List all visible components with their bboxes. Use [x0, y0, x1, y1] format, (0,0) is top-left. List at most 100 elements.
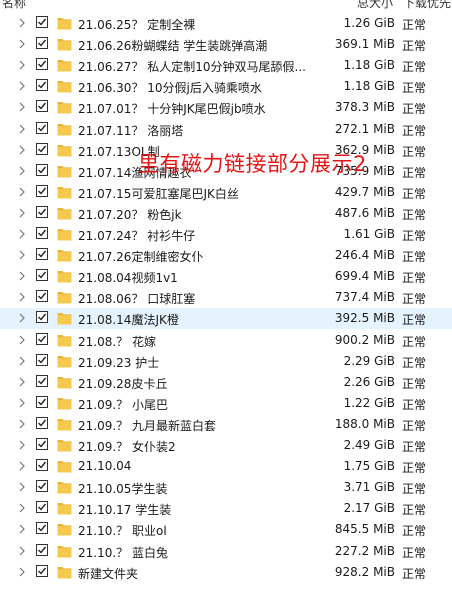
chevron-right-icon[interactable] [18, 503, 26, 513]
checkbox-checked-icon[interactable] [36, 227, 48, 239]
list-item[interactable]: 21.07.11？ 洛丽塔 272.1 MiB 正常 [0, 119, 452, 140]
checkbox-checked-icon[interactable] [36, 501, 48, 514]
chevron-right-icon[interactable] [18, 419, 26, 429]
checkbox-checked-icon[interactable] [36, 205, 48, 218]
header-name[interactable]: 名称 [2, 0, 26, 10]
chevron-right-icon[interactable] [18, 461, 26, 471]
chevron-right-icon[interactable] [18, 39, 26, 49]
item-priority[interactable]: 正常 [402, 100, 426, 117]
chevron-right-icon[interactable] [18, 250, 26, 260]
list-item[interactable]: 21.09.？ 九月最新蓝白套 188.0 MiB 正常 [0, 414, 452, 435]
item-priority[interactable]: 正常 [402, 375, 426, 392]
item-priority[interactable]: 正常 [402, 522, 426, 539]
list-item[interactable]: 21.07.20？ 粉色jk 487.6 MiB 正常 [0, 203, 452, 224]
chevron-right-icon[interactable] [18, 546, 26, 556]
chevron-right-icon[interactable] [18, 440, 26, 450]
checkbox-checked-icon[interactable] [36, 332, 48, 345]
list-item[interactable]: 21.08.06？ 口球肛塞 737.4 MiB 正常 [0, 287, 452, 308]
checkbox-checked-icon[interactable] [36, 100, 48, 113]
item-priority[interactable]: 正常 [402, 311, 426, 328]
item-priority[interactable]: 正常 [402, 227, 426, 244]
checkbox-checked-icon[interactable] [36, 416, 48, 429]
checkbox-checked-icon[interactable] [36, 480, 48, 493]
list-item[interactable]: 21.08.14魔法JK橙 392.5 MiB 正常 [0, 308, 452, 330]
checkbox-checked-icon[interactable] [36, 353, 48, 366]
item-priority[interactable]: 正常 [402, 333, 426, 350]
list-item[interactable]: 21.09.23 护士 2.29 GiB 正常 [0, 351, 452, 372]
item-priority[interactable]: 正常 [402, 417, 426, 434]
checkbox-checked-icon[interactable] [36, 163, 48, 176]
list-item[interactable]: 21.06.27？ 私人定制10分钟双马尾舔假... 1.18 GiB 正常 [0, 55, 452, 76]
list-item[interactable]: 21.07.01？ 十分钟JK尾巴假jb喷水 378.3 MiB 正常 [0, 97, 452, 118]
item-priority[interactable]: 正常 [402, 480, 426, 497]
checkbox-checked-icon[interactable] [36, 438, 48, 450]
item-priority[interactable]: 正常 [402, 122, 426, 139]
item-priority[interactable]: 正常 [402, 185, 426, 202]
item-priority[interactable]: 正常 [402, 544, 426, 561]
list-item[interactable]: 21.10.04 1.75 GiB 正常 [0, 456, 452, 477]
list-item[interactable]: 21.09.28皮卡丘 2.26 GiB 正常 [0, 372, 452, 393]
list-item[interactable]: 21.06.30？ 10分假j后入骑乘喷水 1.18 GiB 正常 [0, 76, 452, 97]
list-item[interactable]: 21.10.？ 蓝白兔 227.2 MiB 正常 [0, 541, 452, 562]
list-item[interactable]: 21.06.26粉蝴蝶结 学生装跳弹高潮 369.1 MiB 正常 [0, 34, 452, 55]
item-priority[interactable]: 正常 [402, 565, 426, 582]
list-item[interactable]: 21.09.？ 小尾巴 1.22 GiB 正常 [0, 393, 452, 414]
chevron-right-icon[interactable] [18, 18, 26, 28]
list-item[interactable]: 21.10.17 学生装 2.17 GiB 正常 [0, 498, 452, 519]
chevron-right-icon[interactable] [18, 482, 26, 492]
checkbox-checked-icon[interactable] [36, 269, 48, 282]
chevron-right-icon[interactable] [18, 271, 26, 281]
item-priority[interactable]: 正常 [402, 396, 426, 413]
chevron-right-icon[interactable] [18, 335, 26, 345]
list-item[interactable]: 21.08.？ 花嫁 900.2 MiB 正常 [0, 330, 452, 351]
chevron-right-icon[interactable] [18, 60, 26, 70]
list-item[interactable]: 21.07.15可爱肛塞尾巴JK白丝 429.7 MiB 正常 [0, 182, 452, 203]
checkbox-checked-icon[interactable] [36, 248, 48, 261]
chevron-right-icon[interactable] [18, 102, 26, 112]
chevron-right-icon[interactable] [18, 292, 26, 302]
chevron-right-icon[interactable] [18, 398, 26, 408]
item-priority[interactable]: 正常 [402, 206, 426, 223]
checkbox-checked-icon[interactable] [36, 121, 48, 134]
checkbox-checked-icon[interactable] [36, 79, 48, 92]
item-priority[interactable]: 正常 [402, 501, 426, 518]
list-item[interactable]: 21.09.？ 女仆装2 2.49 GiB 正常 [0, 435, 452, 456]
list-item[interactable]: 21.10.？ 职业ol 845.5 MiB 正常 [0, 519, 452, 540]
checkbox-checked-icon[interactable] [36, 543, 48, 556]
item-priority[interactable]: 正常 [402, 354, 426, 371]
chevron-right-icon[interactable] [18, 377, 26, 387]
header-size[interactable]: 总大小 [357, 0, 393, 10]
checkbox-checked-icon[interactable] [36, 142, 48, 155]
chevron-right-icon[interactable] [18, 166, 26, 176]
list-item[interactable]: 新建文件夹 928.2 MiB 正常 [0, 562, 452, 583]
item-priority[interactable]: 正常 [402, 58, 426, 75]
chevron-right-icon[interactable] [18, 524, 26, 534]
chevron-right-icon[interactable] [18, 187, 26, 197]
checkbox-checked-icon[interactable] [36, 290, 48, 303]
checkbox-checked-icon[interactable] [36, 374, 48, 387]
checkbox-checked-icon[interactable] [36, 395, 48, 408]
checkbox-checked-icon[interactable] [36, 522, 48, 535]
list-item[interactable]: 21.08.04视频1v1 699.4 MiB 正常 [0, 266, 452, 287]
item-priority[interactable]: 正常 [402, 269, 426, 286]
checkbox-checked-icon[interactable] [36, 564, 48, 577]
checkbox-checked-icon[interactable] [36, 184, 48, 197]
checkbox-checked-icon[interactable] [36, 58, 48, 71]
item-priority[interactable]: 正常 [402, 143, 426, 160]
chevron-right-icon[interactable] [18, 124, 26, 134]
chevron-right-icon[interactable] [18, 567, 26, 577]
item-priority[interactable]: 正常 [402, 79, 426, 96]
chevron-right-icon[interactable] [18, 313, 26, 323]
chevron-right-icon[interactable] [18, 229, 26, 239]
checkbox-checked-icon[interactable] [36, 459, 48, 472]
header-priority[interactable]: 下载优先 [403, 0, 451, 10]
list-item[interactable]: 21.10.05学生装 3.71 GiB 正常 [0, 477, 452, 498]
chevron-right-icon[interactable] [18, 145, 26, 155]
item-priority[interactable]: 正常 [402, 248, 426, 265]
list-item[interactable]: 21.07.24？ 衬衫牛仔 1.61 GiB 正常 [0, 224, 452, 245]
chevron-right-icon[interactable] [18, 81, 26, 91]
item-priority[interactable]: 正常 [402, 438, 426, 455]
chevron-right-icon[interactable] [18, 356, 26, 366]
list-item[interactable]: 21.06.25？ 定制全裸 1.26 GiB 正常 [0, 13, 452, 34]
list-item[interactable]: 21.07.26定制维密女仆 246.4 MiB 正常 [0, 245, 452, 266]
